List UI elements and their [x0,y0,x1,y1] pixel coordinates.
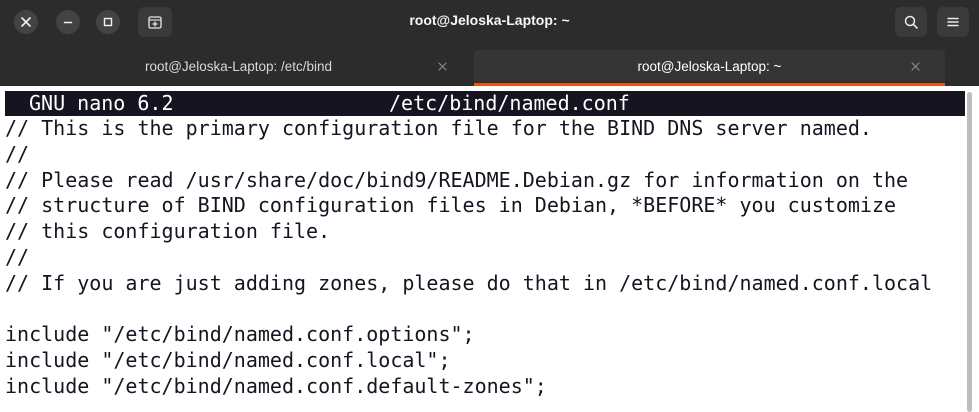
new-tab-button[interactable] [138,7,172,37]
hamburger-menu-icon [947,17,959,27]
new-tab-icon [148,16,162,29]
terminal-content[interactable]: GNU nano 6.2 /etc/bind/named.conf // Thi… [5,86,979,412]
search-button[interactable] [895,7,927,37]
maximize-icon [103,17,113,27]
close-icon [437,61,447,71]
file-line: include "/etc/bind/named.conf.options"; [5,322,475,347]
close-window-button[interactable] [14,10,38,34]
file-line: // Please read /usr/share/doc/bind9/READ… [5,167,909,192]
tab-label: root@Jeloska-Laptop: /etc/bind [144,58,333,74]
nano-version: GNU nano 6.2 [29,91,174,115]
file-line: // structure of BIND configuration files… [5,193,897,218]
tab-etc-bind[interactable]: root@Jeloska-Laptop: /etc/bind [5,50,472,82]
maximize-window-button[interactable] [96,10,120,34]
file-line: // If you are just adding zones, please … [5,270,933,295]
tab-bar: root@Jeloska-Laptop: /etc/bind root@Jelo… [0,44,979,112]
file-line [5,297,965,323]
search-icon [904,15,918,29]
minimize-window-button[interactable] [56,10,80,34]
tab-label: root@Jeloska-Laptop: ~ [637,58,782,74]
title-bar[interactable]: root@Jeloska-Laptop: ~ [0,0,979,44]
tab-home[interactable]: root@Jeloska-Laptop: ~ [474,50,945,82]
file-line: include "/etc/bind/named.conf.local"; [5,348,451,373]
file-line: // [5,244,30,269]
close-icon [910,61,920,71]
tab-close-button[interactable] [907,58,923,74]
scrollbar-thumb[interactable] [967,92,972,412]
file-line: include "/etc/bind/named.conf.default-zo… [5,373,547,398]
menu-button[interactable] [937,7,969,37]
file-content[interactable]: // This is the primary configuration fil… [5,116,965,400]
terminal-window: root@Jeloska-Laptop: ~ root@Jeloska-Lapt… [0,0,979,412]
file-line: // [5,141,30,166]
nano-title-bar: GNU nano 6.2 /etc/bind/named.conf [5,91,965,116]
minimize-icon [63,21,73,24]
scrollbar[interactable] [967,92,973,412]
nano-filename: /etc/bind/named.conf [389,91,630,115]
file-line: // this configuration file. [5,219,331,244]
close-icon [21,17,31,27]
tab-close-button[interactable] [434,58,450,74]
file-line: // This is the primary configuration fil… [5,116,872,140]
